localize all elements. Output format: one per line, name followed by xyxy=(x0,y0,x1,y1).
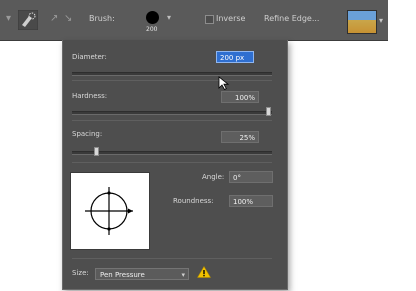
workspace-caret-icon[interactable]: ▾ xyxy=(379,16,383,25)
size-control-dropdown[interactable]: Pen Pressure ▾ xyxy=(95,268,189,280)
tool-preset-dropdown-icon[interactable]: ▾ xyxy=(6,14,16,24)
spacing-label: Spacing: xyxy=(72,130,103,138)
brush-label: Brush: xyxy=(89,14,115,23)
diameter-label: Diameter: xyxy=(72,53,107,61)
hardness-slider[interactable] xyxy=(72,111,272,115)
spacing-slider-knob[interactable] xyxy=(94,147,99,156)
quick-selection-icon[interactable] xyxy=(18,10,38,30)
size-label: Size: xyxy=(72,269,89,277)
brush-angle-crosshair-icon[interactable] xyxy=(71,173,149,249)
hardness-slider-knob[interactable] xyxy=(266,107,271,116)
angle-label: Angle: xyxy=(202,173,225,181)
subtract-from-selection-icon[interactable]: ↘ xyxy=(64,14,74,24)
spacing-slider[interactable] xyxy=(72,151,272,155)
inverse-checkbox[interactable] xyxy=(205,15,214,24)
chevron-down-icon: ▾ xyxy=(181,271,185,279)
brush-picker-dot[interactable] xyxy=(146,11,159,24)
add-to-selection-icon[interactable]: ↗ xyxy=(50,14,60,24)
divider xyxy=(72,80,272,81)
refine-edge-button[interactable]: Refine Edge... xyxy=(264,14,319,23)
inverse-label[interactable]: Inverse xyxy=(216,14,245,23)
warning-icon xyxy=(197,266,211,278)
size-control-value: Pen Pressure xyxy=(100,271,145,279)
brush-tip-preview[interactable] xyxy=(70,172,150,250)
roundness-label: Roundness: xyxy=(173,197,214,205)
hardness-label: Hardness: xyxy=(72,92,108,100)
divider xyxy=(72,162,272,163)
workspace-thumbnail[interactable] xyxy=(347,10,377,34)
brush-picker-caret-icon[interactable]: ▾ xyxy=(167,13,171,22)
diameter-field[interactable]: 200 px xyxy=(216,51,254,63)
hardness-field[interactable]: 100% xyxy=(221,91,259,103)
spacing-field[interactable]: 25% xyxy=(221,131,259,143)
options-bar: ▾ ↗ ↘ Brush: 200 ▾ Inverse Refine Edge..… xyxy=(0,0,388,41)
mouse-pointer-icon xyxy=(218,76,230,90)
divider xyxy=(72,258,272,259)
brush-size-readout: 200 xyxy=(146,26,158,33)
divider xyxy=(72,120,272,121)
edge-fragment xyxy=(388,0,416,40)
angle-field[interactable]: 0° xyxy=(229,171,273,183)
roundness-field[interactable]: 100% xyxy=(229,195,273,207)
brush-settings-panel: Diameter: 200 px Hardness: 100% Spacing:… xyxy=(62,40,288,290)
diameter-slider[interactable] xyxy=(72,72,272,76)
